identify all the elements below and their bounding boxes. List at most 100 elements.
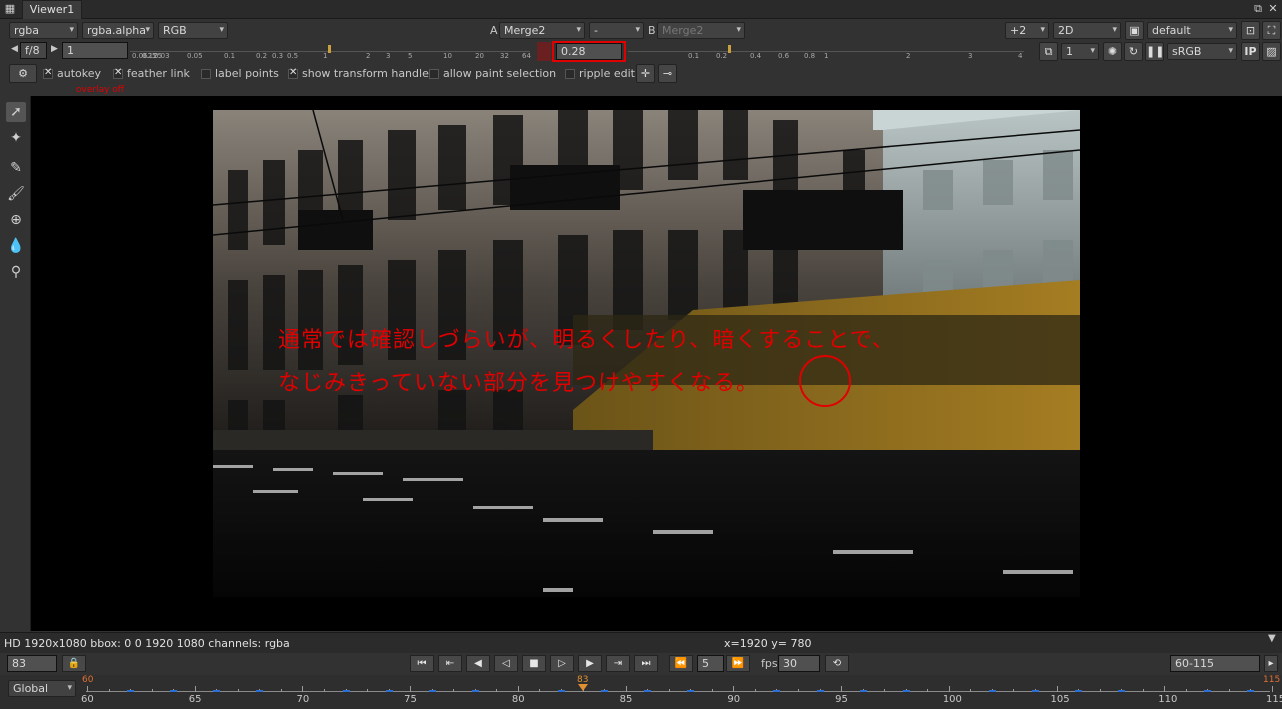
keyframe-marker[interactable] [1075,690,1083,692]
keyframe-marker[interactable] [601,690,609,692]
allow-paint-selection-checkbox[interactable] [429,69,439,79]
timeline-tick [517,686,519,692]
compare-operation-dropdown[interactable]: - [589,22,644,39]
float-pane-icon[interactable]: ⧉ [1251,2,1265,16]
keyframe-marker[interactable] [170,690,178,692]
wipe-icon[interactable]: ▨ [1262,42,1281,61]
range-lock-icon[interactable]: ▸ [1264,655,1278,672]
settings-gear-icon[interactable]: ⚙ [9,64,37,83]
play-backward-icon[interactable]: ◁ [494,655,518,672]
brush-tool-icon[interactable]: 🖌 [6,184,26,204]
lock-icon[interactable]: 🔒 [62,655,86,672]
remove-point-icon[interactable]: ⊸ [658,64,677,83]
keyframe-marker[interactable] [687,690,695,692]
step-forward-icon[interactable]: ⏩ [726,655,750,672]
keyframe-marker[interactable] [342,690,350,692]
proxy-dropdown[interactable]: 1 [1061,43,1099,60]
current-frame-field[interactable]: 83 [7,655,57,672]
keyframe-marker[interactable] [1204,690,1212,692]
loop-mode-icon[interactable]: ⟲ [825,655,849,672]
show-transform-handle-checkbox[interactable] [288,67,298,79]
play-forward-icon[interactable]: ▷ [550,655,574,672]
clone-tool-icon[interactable]: ⊕ [6,210,26,230]
input-process-button[interactable]: IP [1241,42,1260,61]
next-keyframe-icon[interactable]: ⇥ [606,655,630,672]
frame-step-field[interactable]: 5 [697,655,724,672]
ripple-edit-checkbox[interactable] [565,69,575,79]
fstop-button[interactable]: f/8 [20,42,47,59]
gamma-slider-handle[interactable] [728,45,731,53]
keyframe-marker[interactable] [127,690,135,692]
keyframe-marker[interactable] [859,690,867,692]
roi-icon[interactable]: ⧉ [1039,42,1058,61]
select-tool-icon[interactable]: ➚ [6,102,26,122]
pause-icon[interactable]: ❚❚ [1145,42,1164,61]
camera-icon[interactable]: ▣ [1125,21,1144,40]
alpha-channel-dropdown[interactable]: rgba.alpha [82,22,154,39]
timeline[interactable]: Global 6065707580859095100105110115 60 8… [0,675,1282,709]
add-point-icon[interactable]: ✛ [636,64,655,83]
display-channel-dropdown[interactable]: RGB [158,22,228,39]
label-points-checkbox[interactable] [201,69,211,79]
keyframe-marker[interactable] [816,690,824,692]
pane-menu-icon[interactable]: ▦ [3,2,17,16]
step-back-icon[interactable]: ⏪ [669,655,693,672]
timeline-track [86,691,1270,692]
refresh-icon[interactable]: ↻ [1124,42,1143,61]
channels-dropdown[interactable]: rgba [9,22,78,39]
fps-field[interactable]: 30 [778,655,820,672]
bezier-tool-icon[interactable]: ✎ [6,158,26,178]
keyframe-marker[interactable] [1032,690,1039,692]
keyframe-marker[interactable] [213,690,221,692]
gamma-slider[interactable]: 0.1 0.2 0.4 0.6 0.8 1 2 3 4 [628,41,1024,62]
input-a-dropdown[interactable]: Merge2 [499,22,585,39]
feather-link-checkbox[interactable] [113,67,123,79]
tab-viewer1[interactable]: Viewer1 [22,0,82,19]
downscale-dropdown[interactable]: +2 [1005,22,1049,39]
autokey-checkbox[interactable] [43,67,53,79]
lut-dropdown[interactable]: default [1147,22,1237,39]
stop-icon[interactable]: ■ [522,655,546,672]
fstop-increase-icon[interactable]: ▶ [51,44,58,54]
status-collapse-icon[interactable]: ▼ [1268,633,1276,644]
gain-field[interactable]: 1 [62,42,128,59]
image-info-text: HD 1920x1080 bbox: 0 0 1920 1080 channel… [4,637,290,650]
keyframe-marker[interactable] [1247,690,1255,692]
keyframe-marker[interactable] [428,690,436,692]
timeline-tick [280,689,282,692]
dodge-tool-icon[interactable]: ⚲ [6,262,26,282]
close-pane-icon[interactable]: ✕ [1266,2,1280,16]
keyframe-marker[interactable] [1118,690,1126,692]
keyframe-marker[interactable] [471,690,479,692]
fullscreen-icon[interactable]: ⛶ [1262,21,1281,40]
gamma-toggle-button[interactable] [537,42,551,61]
clip-warning-icon[interactable]: ✺ [1103,42,1122,61]
gain-tick-label: 2 [366,52,371,60]
timeline-scope-dropdown[interactable]: Global [8,680,76,697]
out-point-marker: 115 [1263,675,1281,685]
input-b-dropdown[interactable]: Merge2 [657,22,745,39]
last-frame-icon[interactable]: ⏭ [634,655,658,672]
gain-slider[interactable]: 0.0625 0.125 0.03 0.05 0.1 0.2 0.3 0.5 1 2 3 5 10 20 3… [130,41,531,62]
point-tool-icon[interactable]: ✦ [6,128,26,148]
view-mode-dropdown[interactable]: 2D [1053,22,1121,39]
keyframe-marker[interactable] [558,690,565,692]
fstop-decrease-icon[interactable]: ◀ [11,44,18,54]
keyframe-marker[interactable] [988,690,996,692]
first-frame-icon[interactable]: ⏮ [410,655,434,672]
colorspace-dropdown[interactable]: sRGB [1167,43,1237,60]
keyframe-marker[interactable] [644,690,652,692]
frame-region-icon[interactable]: ⊡ [1241,21,1260,40]
next-frame-icon[interactable]: ▶ [578,655,602,672]
prev-keyframe-icon[interactable]: ⇤ [438,655,462,672]
keyframe-marker[interactable] [773,690,781,692]
playhead[interactable] [578,684,588,691]
blur-tool-icon[interactable]: 💧 [6,236,26,256]
prev-frame-icon[interactable]: ◀ [466,655,490,672]
keyframe-marker[interactable] [256,690,264,692]
keyframe-marker[interactable] [902,690,910,692]
timeline-tick [1185,689,1187,692]
gain-slider-handle[interactable] [328,45,331,53]
frame-range-field[interactable]: 60-115 [1170,655,1260,672]
keyframe-marker[interactable] [385,690,393,692]
